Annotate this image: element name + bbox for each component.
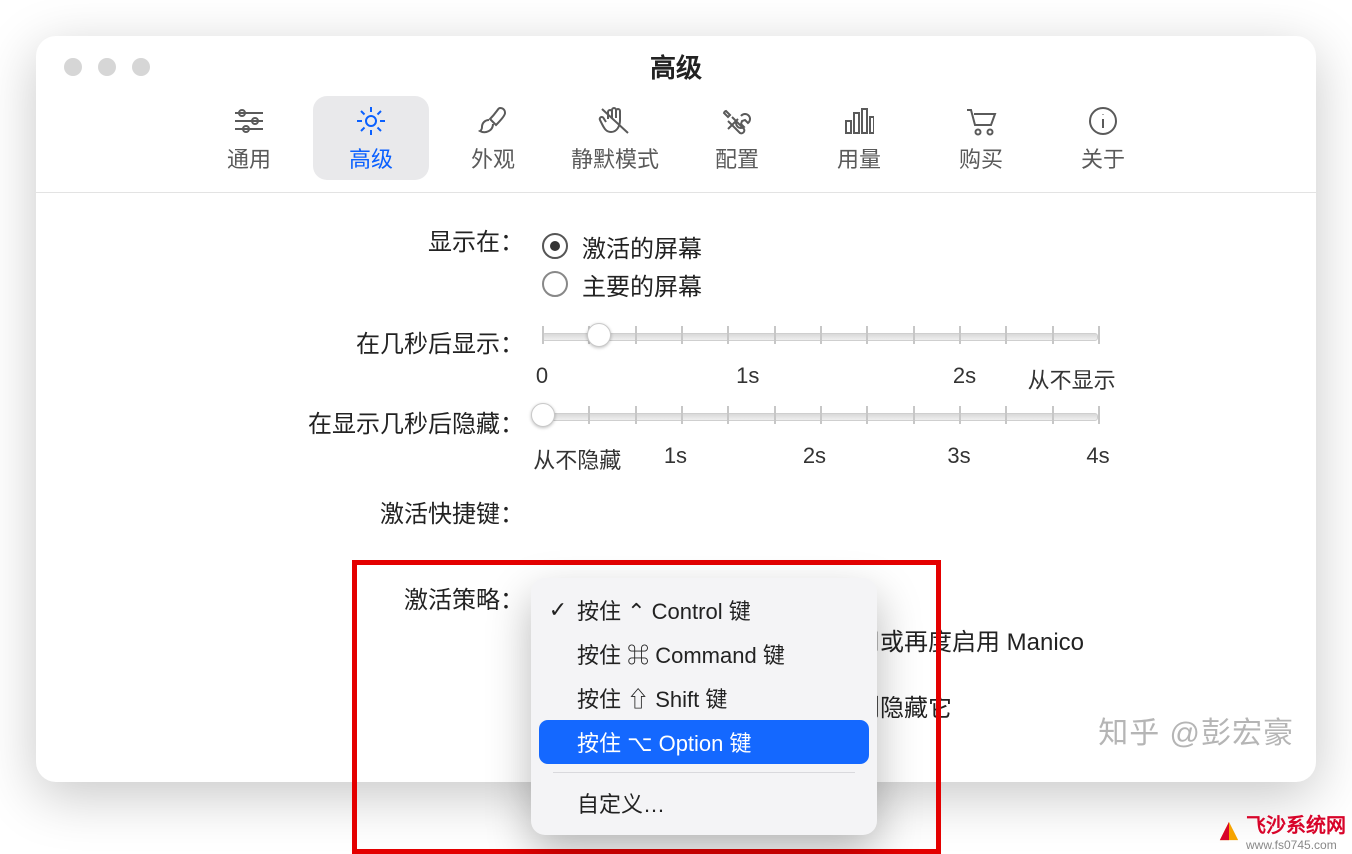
tick-label: 0 [536, 363, 548, 389]
tab-advanced[interactable]: 高级 [313, 96, 429, 180]
tick-label: 4s [1086, 443, 1109, 469]
tick-label: 1s [736, 363, 759, 389]
advanced-form: 显示在： 激活的屏幕 主要的屏幕 在几秒后显示： [36, 193, 1316, 617]
site-name: 飞沙系统网 [1246, 815, 1346, 837]
tools-icon [689, 104, 785, 138]
tab-buy[interactable]: 购买 [923, 96, 1039, 180]
cart-icon [933, 104, 1029, 138]
tab-config[interactable]: 配置 [679, 96, 795, 180]
hint-text: 用或再度启用 Manico [856, 622, 1084, 657]
radio-active-screen[interactable] [542, 233, 568, 259]
tab-silent[interactable]: 静默模式 [557, 96, 673, 180]
hotkey-dropdown-menu: ✓ 按住 ⌃ Control 键 按住 ⌘ Command 键 按住 ⇧ Shi… [531, 578, 877, 835]
hide-after-slider[interactable] [542, 409, 1098, 423]
tab-label: 通用 [201, 142, 297, 174]
hand-off-icon [567, 104, 663, 138]
tab-label: 静默模式 [567, 142, 663, 174]
menu-item-label: 按住 ⌃ Control 键 [577, 594, 751, 626]
sliders-icon [201, 104, 297, 138]
traffic-lights [64, 58, 150, 76]
tick-label: 2s [803, 443, 826, 469]
menu-separator [553, 772, 855, 773]
bar-chart-icon [811, 104, 907, 138]
menu-item-label: 按住 ⌥ Option 键 [577, 726, 752, 758]
tab-label: 关于 [1055, 142, 1151, 174]
radio-label: 激活的屏幕 [582, 229, 702, 264]
titlebar: 高级 [36, 36, 1316, 92]
zoom-window-button[interactable] [132, 58, 150, 76]
minimize-window-button[interactable] [98, 58, 116, 76]
close-window-button[interactable] [64, 58, 82, 76]
display-on-label: 显示在： [84, 227, 542, 259]
tab-about[interactable]: 关于 [1045, 96, 1161, 180]
strategy-label: 激活策略： [84, 585, 542, 617]
radio-label: 主要的屏幕 [582, 267, 702, 302]
checkmark-icon: ✓ [547, 597, 569, 623]
preferences-window: 高级 通用 高级 外观 静默模式 [36, 36, 1316, 782]
gear-icon [323, 104, 419, 138]
tab-label: 配置 [689, 142, 785, 174]
menu-item-custom[interactable]: 自定义… [539, 781, 869, 825]
window-title: 高级 [650, 40, 702, 96]
tick-label: 3s [947, 443, 970, 469]
menu-item-shift[interactable]: 按住 ⇧ Shift 键 [539, 676, 869, 720]
preferences-toolbar: 通用 高级 外观 静默模式 配置 [36, 92, 1316, 192]
watermark-site: 飞沙系统网 www.fs0745.com [1218, 809, 1346, 852]
tab-usage[interactable]: 用量 [801, 96, 917, 180]
tab-label: 购买 [933, 142, 1029, 174]
tick-label: 从不隐藏 [533, 443, 621, 475]
tab-label: 用量 [811, 142, 907, 174]
menu-item-label: 按住 ⌘ Command 键 [577, 638, 785, 670]
menu-item-option[interactable]: 按住 ⌥ Option 键 [539, 720, 869, 764]
site-url: www.fs0745.com [1246, 838, 1346, 852]
menu-item-label: 自定义… [577, 787, 665, 819]
tab-general[interactable]: 通用 [191, 96, 307, 180]
menu-item-control[interactable]: ✓ 按住 ⌃ Control 键 [539, 588, 869, 632]
tab-label: 高级 [323, 142, 419, 174]
paintbrush-icon [445, 104, 541, 138]
watermark-zhihu: 知乎 @彭宏豪 [1098, 708, 1294, 752]
tick-label: 从不显示 [1028, 363, 1116, 395]
hotkey-label: 激活快捷键： [84, 499, 542, 531]
tick-label: 1s [664, 443, 687, 469]
show-after-label: 在几秒后显示： [84, 329, 542, 361]
site-logo-icon [1218, 820, 1240, 842]
menu-item-command[interactable]: 按住 ⌘ Command 键 [539, 632, 869, 676]
radio-main-screen[interactable] [542, 271, 568, 297]
info-icon [1055, 104, 1151, 138]
menu-item-label: 按住 ⇧ Shift 键 [577, 682, 727, 714]
show-after-slider[interactable] [542, 329, 1098, 343]
tick-label: 2s [953, 363, 976, 389]
hide-after-label: 在显示几秒后隐藏： [84, 409, 542, 441]
tab-label: 外观 [445, 142, 541, 174]
tab-appearance[interactable]: 外观 [435, 96, 551, 180]
